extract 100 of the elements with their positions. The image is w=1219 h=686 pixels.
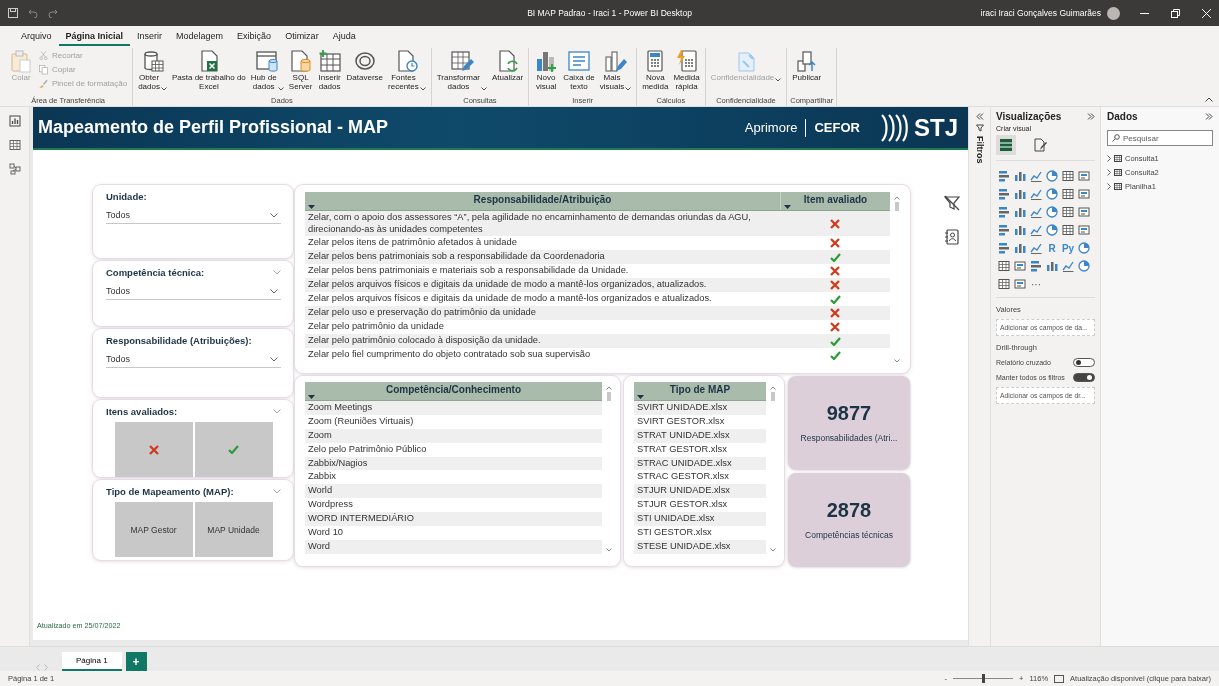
visual-type-button[interactable]: R <box>1044 241 1060 255</box>
chevron-down-icon <box>419 87 426 91</box>
column-header[interactable]: Responsabilidade/Atribuição <box>305 194 780 205</box>
more-visuals-button[interactable]: ··· <box>1028 277 1044 291</box>
ribbon-button[interactable]: Hub de dados <box>248 48 286 92</box>
pane-tab[interactable] <box>996 135 1016 155</box>
page-tab[interactable]: Página 1 <box>62 652 122 671</box>
table-icon[interactable] <box>1062 206 1074 218</box>
undo-icon[interactable] <box>28 8 38 18</box>
scroll-down-icon <box>894 359 900 363</box>
slicer-dropdown[interactable]: Todos <box>106 352 281 368</box>
filters-pane-tab[interactable]: Filtros <box>974 136 985 164</box>
table-cell-text: Zelar pelos arquivos físicos e digitais da unidade de modo a mantê-los organizados, atualizados. <box>307 278 708 292</box>
ribbon-button[interactable]: Novo visual <box>532 48 561 92</box>
ribbon-button[interactable]: Publicar <box>790 48 824 83</box>
column-chart-icon[interactable] <box>1014 188 1026 200</box>
column-chart-icon[interactable] <box>1014 224 1026 236</box>
model-view-icon[interactable] <box>8 163 21 175</box>
column-chart-icon[interactable] <box>1014 206 1026 218</box>
scrollbar-thumb[interactable] <box>607 392 611 401</box>
line-chart-icon[interactable] <box>1062 260 1074 272</box>
bar-chart-icon[interactable] <box>998 224 1010 236</box>
collapse-ribbon-icon[interactable] <box>1205 97 1213 102</box>
menu-tab[interactable]: Arquivo <box>14 31 59 46</box>
table-icon[interactable] <box>1062 170 1074 182</box>
card-icon[interactable] <box>1078 206 1090 218</box>
slicer-dropdown[interactable]: Todos <box>106 208 281 224</box>
ribbon-button[interactable]: Nova medida <box>640 48 671 92</box>
ribbon-button[interactable]: Caixa de texto <box>561 48 597 92</box>
menu-tab[interactable]: Otimizar <box>278 31 326 46</box>
scrollbar-thumb[interactable] <box>771 392 775 401</box>
slicer-tile[interactable]: MAP Gestor <box>114 502 193 557</box>
restore-icon[interactable] <box>1171 8 1180 18</box>
ribbon-button[interactable]: Obter dados <box>136 48 169 92</box>
card-icon[interactable] <box>1014 260 1026 272</box>
ribbon-button[interactable]: Fontes recentes <box>386 48 428 92</box>
ribbon-button[interactable]: Inserir dados <box>315 48 344 92</box>
table-view-icon[interactable] <box>8 139 21 151</box>
pie-chart-icon[interactable] <box>1046 170 1058 182</box>
brand-unit: CEFOR <box>813 120 861 135</box>
slicer-tile[interactable]: MAP Unidade <box>194 502 273 557</box>
card-icon[interactable] <box>1078 188 1090 200</box>
card-icon[interactable] <box>1014 278 1026 290</box>
column-header[interactable]: Item avaliado <box>781 194 890 205</box>
contact-card-icon[interactable] <box>945 229 959 245</box>
table-icon[interactable] <box>998 278 1010 290</box>
menu-tab[interactable]: Ajuda <box>325 31 363 46</box>
ribbon-button[interactable]: Atualizar <box>490 48 526 83</box>
ribbon-button[interactable]: Medida rápida <box>671 48 702 92</box>
pie-chart-icon[interactable] <box>1078 242 1090 254</box>
window-title: BI MAP Padrao - Iraci 1 - Power BI Desktop <box>526 8 693 18</box>
table-icon[interactable] <box>1062 188 1074 200</box>
fit-page-icon[interactable] <box>1054 674 1065 683</box>
toggle-switch[interactable] <box>1073 373 1095 382</box>
pie-chart-icon[interactable] <box>1046 188 1058 200</box>
card-icon[interactable] <box>1078 224 1090 236</box>
ribbon-button[interactable]: SQL Server <box>286 48 315 92</box>
save-icon[interactable] <box>8 8 18 18</box>
line-chart-icon[interactable] <box>1030 224 1042 236</box>
line-chart-icon[interactable] <box>1030 188 1042 200</box>
bar-chart-icon[interactable] <box>998 170 1010 182</box>
line-chart-icon[interactable] <box>1030 206 1042 218</box>
ribbon-button[interactable]: Dataverse <box>344 48 386 83</box>
add-page-button[interactable]: + <box>125 652 147 671</box>
close-icon[interactable] <box>1202 8 1211 18</box>
bar-chart-icon[interactable] <box>998 242 1010 254</box>
slider-thumb[interactable] <box>981 674 985 683</box>
scrollbar-thumb[interactable] <box>895 202 899 211</box>
clear-filter-icon[interactable] <box>944 195 960 211</box>
pie-chart-icon[interactable] <box>1078 260 1090 272</box>
table-icon[interactable] <box>1062 224 1074 236</box>
ribbon-button[interactable]: Transformar dados <box>434 48 489 92</box>
bar-chart-icon[interactable] <box>1030 260 1042 272</box>
line-chart-icon[interactable] <box>1030 170 1042 182</box>
line-chart-icon[interactable] <box>1030 242 1042 254</box>
search-field[interactable]: Pesquisar <box>1107 130 1213 146</box>
table-icon[interactable] <box>998 260 1010 272</box>
pie-chart-icon[interactable] <box>1046 224 1058 236</box>
bar-chart-icon[interactable] <box>998 206 1010 218</box>
toggle-switch[interactable] <box>1073 358 1095 367</box>
slicer-tile[interactable] <box>114 422 193 477</box>
card-icon[interactable] <box>1078 170 1090 182</box>
column-chart-icon[interactable] <box>1014 242 1026 254</box>
redo-icon[interactable] <box>48 8 58 18</box>
ribbon-button[interactable]: Pasta de trabalho do Excel <box>169 48 248 92</box>
pie-chart-icon[interactable] <box>1046 206 1058 218</box>
slicer-tile[interactable] <box>194 422 273 477</box>
column-chart-icon[interactable] <box>1046 260 1058 272</box>
slicer-dropdown[interactable]: Todos <box>106 284 281 300</box>
menu-tab[interactable]: Exibição <box>230 31 279 46</box>
scroll-down-icon <box>770 548 776 552</box>
menu-tab[interactable]: Modelagem <box>169 31 231 46</box>
ribbon-button[interactable]: Mais visuais <box>597 48 634 92</box>
column-chart-icon[interactable] <box>1014 170 1026 182</box>
menu-tab[interactable]: Página Inicial <box>58 31 131 46</box>
report-view-icon[interactable] <box>8 115 21 127</box>
avatar-icon[interactable] <box>1107 6 1120 20</box>
menu-tab[interactable]: Inserir <box>130 31 170 46</box>
table-cell: STI UNIDADE.xlsx <box>634 512 766 526</box>
bar-chart-icon[interactable] <box>998 188 1010 200</box>
